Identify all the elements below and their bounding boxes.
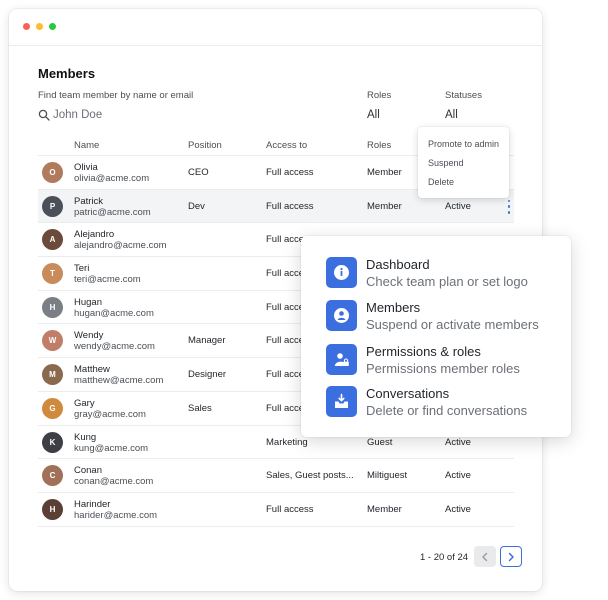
window-controls — [23, 23, 56, 30]
close-window-button[interactable] — [23, 23, 30, 30]
inbox-download-icon — [326, 386, 357, 417]
popover-item-title: Dashboard — [366, 257, 430, 272]
member-access: Full access — [266, 167, 314, 178]
member-role: Member — [367, 503, 402, 515]
info-icon — [326, 257, 357, 288]
user-lock-icon — [326, 344, 357, 375]
user-icon — [326, 300, 357, 331]
suspend-menu-item[interactable]: Suspend — [428, 158, 464, 168]
chevron-right-icon — [508, 552, 514, 561]
member-status: Active — [445, 200, 471, 212]
member-name: Teri — [74, 263, 90, 275]
member-name: Harinder — [74, 498, 111, 510]
member-email: hugan@acme.com — [74, 307, 154, 319]
member-role: Miltiguest — [367, 470, 408, 482]
popover-item-title: Permissions & roles — [366, 344, 481, 359]
member-name: Olivia — [74, 162, 98, 173]
popover-item-permissions[interactable]: Permissions & roles Permissions member r… — [326, 344, 566, 380]
popover-item-dashboard[interactable]: Dashboard Check team plan or set logo — [326, 257, 566, 293]
popover-item-conversations[interactable]: Conversations Delete or find conversatio… — [326, 386, 566, 422]
next-page-button[interactable] — [500, 546, 522, 567]
maximize-window-button[interactable] — [49, 23, 56, 30]
avatar: H — [42, 296, 63, 318]
popover-item-title: Members — [366, 300, 421, 315]
chevron-left-icon — [482, 552, 488, 561]
member-name: Alejandro — [74, 229, 115, 241]
member-name: Hugan — [74, 296, 102, 308]
member-access: Full access — [266, 200, 314, 212]
popover-item-description: Delete or find conversations — [366, 403, 528, 418]
popover-item-members[interactable]: Members Suspend or activate members — [326, 300, 566, 336]
member-email: wendy@acme.com — [74, 341, 155, 353]
statuses-filter-label: Statuses — [445, 90, 482, 101]
promote-to-admin-menu-item[interactable]: Promote to admin — [428, 139, 499, 149]
member-name: Matthew — [74, 364, 110, 376]
member-name: Gary — [74, 397, 95, 409]
avatar: T — [42, 263, 63, 285]
member-position: CEO — [188, 167, 209, 178]
previous-page-button[interactable] — [474, 546, 496, 567]
settings-popover: Dashboard Check team plan or set logo Me… — [301, 236, 571, 437]
member-role: Member — [367, 167, 402, 178]
member-email: kung@acme.com — [74, 442, 149, 454]
table-row[interactable]: H Harinder harider@acme.com Full access Memb… — [38, 493, 514, 527]
column-header-roles[interactable]: Roles — [367, 140, 391, 151]
member-role: Member — [367, 200, 402, 212]
popover-item-description: Check team plan or set logo — [366, 274, 528, 289]
member-status: Active — [445, 503, 471, 515]
member-status: Active — [445, 436, 471, 448]
avatar: C — [42, 465, 63, 487]
member-position: Manager — [188, 335, 226, 347]
search-label: Find team member by name or email — [38, 90, 194, 101]
avatar: O — [42, 162, 63, 183]
member-email: harider@acme.com — [74, 509, 158, 521]
member-email: alejandro@acme.com — [74, 240, 167, 252]
member-position: Designer — [188, 369, 227, 381]
minimize-window-button[interactable] — [36, 23, 43, 30]
avatar: A — [42, 229, 63, 251]
statuses-filter-select[interactable]: All — [445, 109, 458, 121]
column-header-name[interactable]: Name — [74, 140, 99, 151]
search-input[interactable] — [53, 107, 253, 123]
page-title: Members — [38, 66, 96, 81]
member-access: Marketing — [266, 436, 308, 448]
member-role: Guest — [367, 436, 393, 448]
member-name: Patrick — [74, 195, 104, 207]
member-position: Dev — [188, 200, 205, 212]
member-access: Sales, Guest posts... — [266, 470, 354, 482]
delete-menu-item[interactable]: Delete — [428, 177, 454, 187]
avatar: H — [42, 498, 63, 520]
pagination-label: 1 - 20 of 24 — [420, 552, 469, 563]
avatar: K — [42, 431, 63, 453]
member-email: olivia@acme.com — [74, 173, 150, 184]
table-row[interactable]: C Conan conan@acme.com Sales, Guest posts..… — [38, 459, 514, 493]
popover-item-description: Suspend or activate members — [366, 317, 539, 332]
roles-filter-label: Roles — [367, 90, 392, 101]
member-email: gray@acme.com — [74, 408, 146, 420]
member-email: patric@acme.com — [74, 206, 151, 218]
titlebar-divider — [9, 45, 542, 46]
search-icon — [38, 109, 50, 121]
avatar: M — [42, 364, 63, 386]
column-header-access[interactable]: Access to — [266, 140, 307, 151]
member-position: Sales — [188, 402, 212, 414]
member-status: Active — [445, 470, 471, 482]
member-email: matthew@acme.com — [74, 375, 164, 387]
avatar: P — [42, 195, 63, 217]
column-header-position[interactable]: Position — [188, 140, 222, 151]
member-access: Full access — [266, 503, 314, 515]
row-actions-kebab-icon[interactable] — [506, 199, 512, 214]
avatar: G — [42, 397, 63, 419]
member-name: Kung — [74, 431, 97, 443]
row-context-menu: Promote to admin Suspend Delete — [418, 127, 509, 198]
member-name: Wendy — [74, 330, 104, 342]
roles-filter-select[interactable]: All — [367, 109, 380, 121]
member-name: Conan — [74, 465, 102, 477]
popover-item-description: Permissions member roles — [366, 361, 520, 376]
member-email: conan@acme.com — [74, 476, 154, 488]
avatar: W — [42, 330, 63, 352]
popover-item-title: Conversations — [366, 386, 450, 401]
member-email: teri@acme.com — [74, 274, 141, 286]
